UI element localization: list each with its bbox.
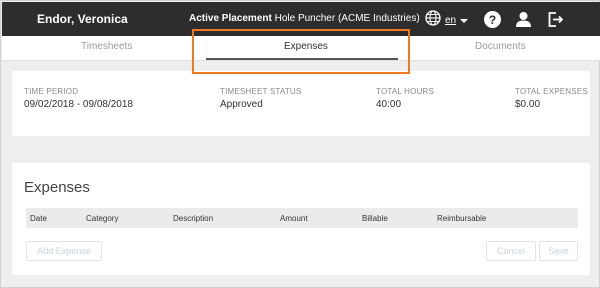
timesheet-status: TIMESHEET STATUS Approved (220, 87, 301, 110)
column-header-date: Date (30, 214, 47, 223)
timesheet-summary: TIME PERIOD 09/02/2018 - 09/08/2018 TIME… (12, 71, 590, 136)
total-expenses: TOTAL EXPENSES $0.00 (515, 87, 588, 110)
cancel-button[interactable]: Cancel (486, 241, 536, 261)
total-hours: TOTAL HOURS 40:00 (376, 87, 434, 110)
expenses-title: Expenses (24, 179, 90, 196)
column-header-description: Description (173, 214, 214, 223)
column-header-amount: Amount (280, 214, 308, 223)
language-code: en (445, 15, 457, 26)
app-window: Endor, Veronica Active Placement Hole Pu… (0, 0, 600, 288)
placement-value: Hole Puncher (ACME Industries) (274, 13, 420, 24)
column-header-category: Category (86, 214, 119, 223)
active-placement: Active Placement Hole Puncher (ACME Indu… (189, 13, 420, 24)
column-header-billable: Billable (362, 214, 388, 223)
timesheet-status-value: Approved (220, 99, 263, 110)
tab-timesheets[interactable]: Timesheets (81, 41, 132, 52)
globe-icon (425, 10, 441, 31)
time-period-label: TIME PERIOD (24, 87, 79, 96)
save-button[interactable]: Save (539, 241, 578, 261)
user-name: Endor, Veronica (37, 12, 128, 26)
total-expenses-value: $0.00 (515, 99, 541, 110)
person-icon[interactable] (515, 11, 532, 28)
total-expenses-label: TOTAL EXPENSES (515, 87, 588, 96)
chevron-down-icon (460, 18, 469, 23)
help-icon[interactable]: ? (484, 11, 501, 28)
total-hours-value: 40:00 (376, 99, 402, 110)
time-period-value: 09/02/2018 - 09/08/2018 (24, 99, 133, 110)
language-selector[interactable]: en (425, 10, 469, 31)
highlight-box (192, 29, 410, 74)
add-expense-button[interactable]: Add Expense (26, 241, 102, 261)
tab-documents[interactable]: Documents (475, 41, 526, 52)
placement-label: Active Placement (189, 13, 272, 24)
total-hours-label: TOTAL HOURS (376, 87, 435, 96)
time-period: TIME PERIOD 09/02/2018 - 09/08/2018 (24, 87, 133, 110)
timesheet-status-label: TIMESHEET STATUS (220, 87, 302, 96)
expenses-panel: Expenses Date Category Description Amoun… (12, 163, 590, 275)
logout-icon[interactable] (547, 11, 564, 28)
column-header-reimbursable: Reimbursable (437, 214, 487, 223)
expenses-table-header: Date Category Description Amount Billabl… (26, 208, 578, 228)
